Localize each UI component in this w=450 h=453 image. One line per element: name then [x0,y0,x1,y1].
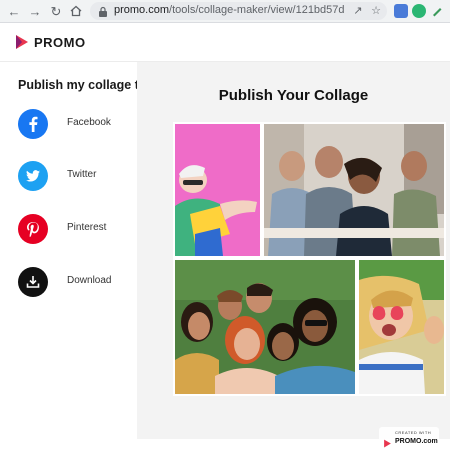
reload-icon[interactable]: ↻ [48,3,64,19]
facebook-icon [18,109,48,139]
pinterest-icon [18,214,48,244]
url-domain: promo.com [114,4,170,16]
watermark-caption: CREATED WITH [395,430,432,435]
back-icon[interactable]: ← [6,3,22,19]
url-text: promo.com/tools/collage-maker/view/121bd… [114,4,344,16]
page-title: Publish Your Collage [218,87,369,104]
facebook-label: Facebook [67,117,111,128]
sidebar-title: Publish my collage to: [18,78,151,92]
translate-extension-icon[interactable] [394,4,408,18]
pen-extension-icon[interactable] [430,4,444,18]
address-bar[interactable]: promo.com/tools/collage-maker/view/121bd… [90,2,387,20]
forward-icon[interactable]: → [27,3,43,19]
twitter-icon [18,161,48,191]
bookmark-star-icon[interactable]: ☆ [370,5,382,17]
app-header: PROMO [0,23,450,62]
collage-photo-woman-pink [175,124,260,256]
twitter-label: Twitter [67,169,97,180]
publish-sidebar: Publish my collage to: Facebook Twitter … [0,62,151,439]
grammarly-extension-icon[interactable] [412,4,426,18]
share-page-icon[interactable]: ↗ [352,5,364,17]
share-facebook-button[interactable]: Facebook [18,109,137,139]
download-button[interactable]: Download [18,267,137,297]
share-twitter-button[interactable]: Twitter [18,161,137,191]
home-icon[interactable] [68,3,84,19]
browser-toolbar: ← → ↻ promo.com/tools/collage-maker/view… [0,0,450,23]
promo-watermark-logo-icon [383,435,392,448]
watermark-brand: PROMO.com [395,438,438,445]
download-label: Download [67,275,112,286]
collage-photo-girl-heart-glasses [359,260,444,394]
promo-logo-icon[interactable] [14,34,30,50]
download-icon [18,267,48,297]
collage-photo-group-selfie [175,260,355,394]
collage-preview-panel: Publish Your Collage CREATED WITH PROMO.… [137,62,450,451]
pinterest-label: Pinterest [67,222,107,233]
share-pinterest-button[interactable]: Pinterest [18,214,137,244]
promo-watermark: CREATED WITH PROMO.com [379,427,439,451]
lock-icon [98,5,108,17]
promo-logo-text[interactable]: PROMO [34,35,86,50]
url-path: /tools/collage-maker/view/121bd57d2e31..… [169,4,344,16]
collage-photo-friends-cafe [264,124,444,256]
collage-preview: CREATED WITH PROMO.com [173,122,446,451]
